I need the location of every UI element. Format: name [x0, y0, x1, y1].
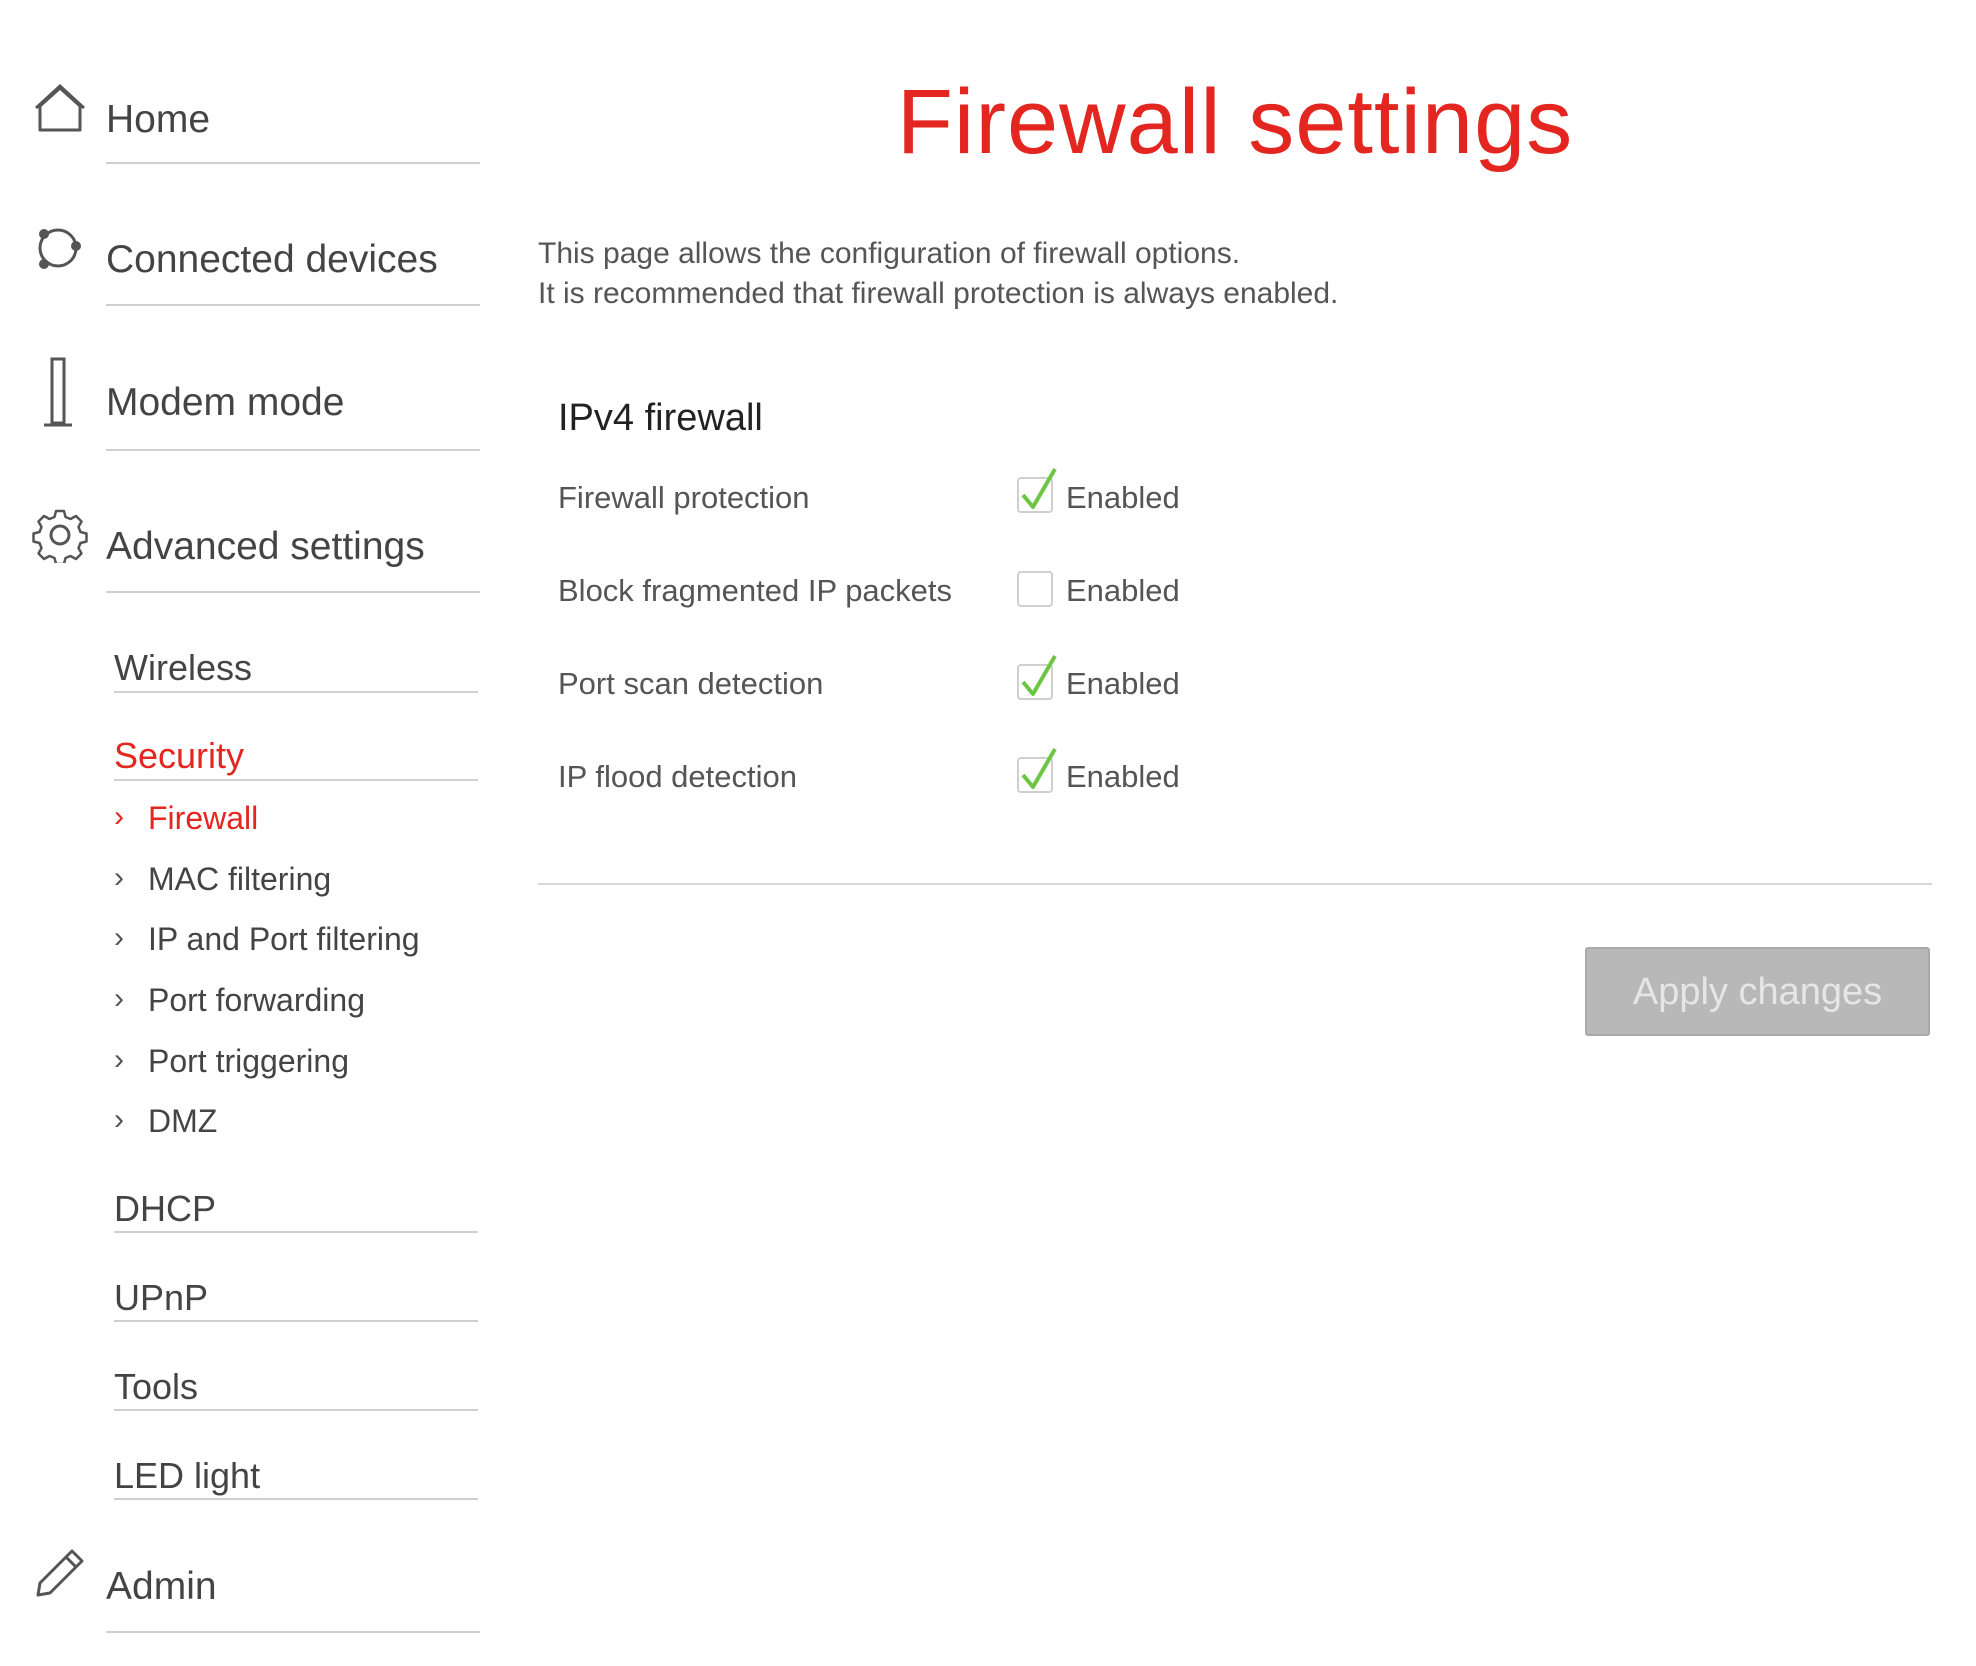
sidebar-item-admin[interactable]: Admin	[0, 1541, 480, 1633]
sidebar-item-home[interactable]: Home	[0, 74, 480, 164]
sidebar-subsubitem-firewall[interactable]: › Firewall	[114, 800, 474, 850]
sidebar-subitem-security[interactable]: Security	[114, 733, 478, 783]
modem-icon	[32, 357, 88, 429]
sidebar-subitem-upnp[interactable]: UPnP	[114, 1275, 478, 1325]
section-title: IPv4 firewall	[558, 397, 763, 439]
option-label: Port scan detection	[558, 666, 824, 701]
sidebar-subsubitem-label: Firewall	[148, 800, 259, 836]
sidebar-item-label: Advanced settings	[106, 525, 425, 568]
divider	[106, 1631, 480, 1633]
sidebar-subitem-label: DHCP	[114, 1188, 217, 1229]
sidebar-item-connected-devices[interactable]: Connected devices	[0, 216, 480, 306]
chevron-right-icon: ›	[114, 861, 124, 894]
divider	[114, 1231, 478, 1233]
sidebar-subitem-dhcp[interactable]: DHCP	[114, 1186, 478, 1236]
sidebar-item-modem-mode[interactable]: Modem mode	[0, 357, 480, 451]
divider	[114, 691, 478, 693]
sidebar-item-label: Admin	[106, 1565, 217, 1608]
divider	[114, 1320, 478, 1322]
option-label: Firewall protection	[558, 480, 810, 515]
page-title: Firewall settings	[896, 71, 1574, 173]
connected-devices-icon	[32, 220, 88, 276]
checkmark-icon	[1021, 747, 1057, 789]
divider	[106, 162, 480, 164]
sidebar-subitem-label: Security	[114, 735, 245, 776]
divider	[114, 1498, 478, 1500]
sidebar-subitem-led-light[interactable]: LED light	[114, 1453, 478, 1503]
checkbox-label: Enabled	[1066, 666, 1180, 701]
divider	[106, 304, 480, 306]
sidebar-subitem-label: LED light	[114, 1455, 261, 1496]
checkmark-icon	[1021, 654, 1057, 696]
divider	[106, 591, 480, 593]
sidebar-subsubitem-label: IP and Port filtering	[148, 921, 420, 957]
sidebar-subsubitem-ip-port-filtering[interactable]: › IP and Port filtering	[114, 921, 474, 971]
sidebar-subsubitem-port-triggering[interactable]: › Port triggering	[114, 1043, 474, 1093]
sidebar-subsubitem-label: Port triggering	[148, 1043, 349, 1079]
divider	[114, 779, 478, 781]
checkbox-label: Enabled	[1066, 480, 1180, 515]
home-icon	[32, 80, 88, 136]
chevron-right-icon: ›	[114, 800, 124, 833]
page-description-line: It is recommended that firewall protecti…	[538, 277, 1339, 310]
pencil-icon	[32, 1545, 88, 1601]
option-label: IP flood detection	[558, 759, 797, 794]
checkbox-label: Enabled	[1066, 759, 1180, 794]
sidebar-subitem-label: Wireless	[114, 647, 253, 688]
page-description-line: This page allows the configuration of fi…	[538, 237, 1241, 270]
sidebar-subitem-label: UPnP	[114, 1277, 209, 1318]
chevron-right-icon: ›	[114, 1103, 124, 1136]
sidebar-subitem-label: Tools	[114, 1366, 199, 1407]
sidebar-item-advanced-settings[interactable]: Advanced settings	[0, 503, 480, 593]
divider	[538, 883, 1932, 885]
sidebar-subsubitem-mac-filtering[interactable]: › MAC filtering	[114, 861, 474, 911]
port-scan-detection-checkbox[interactable]	[1017, 654, 1057, 700]
sidebar-subsubitem-label: Port forwarding	[148, 982, 365, 1018]
sidebar-subsubitem-dmz[interactable]: › DMZ	[114, 1103, 474, 1153]
chevron-right-icon: ›	[114, 921, 124, 954]
apply-changes-button[interactable]: Apply changes	[1585, 947, 1930, 1036]
chevron-right-icon: ›	[114, 982, 124, 1015]
divider	[106, 449, 480, 451]
sidebar-subsubitem-label: DMZ	[148, 1103, 218, 1139]
block-fragmented-ip-checkbox[interactable]	[1017, 571, 1053, 607]
divider	[114, 1409, 478, 1411]
ip-flood-detection-checkbox[interactable]	[1017, 747, 1057, 793]
sidebar-subsubitem-port-forwarding[interactable]: › Port forwarding	[114, 982, 474, 1032]
sidebar-subitem-tools[interactable]: Tools	[114, 1364, 478, 1414]
sidebar-item-label: Modem mode	[106, 381, 345, 424]
sidebar-subitem-wireless[interactable]: Wireless	[114, 645, 478, 695]
checkmark-icon	[1021, 467, 1057, 509]
chevron-right-icon: ›	[114, 1043, 124, 1076]
firewall-protection-checkbox[interactable]	[1017, 467, 1057, 513]
sidebar-subsubitem-label: MAC filtering	[148, 861, 332, 897]
gear-icon	[32, 507, 88, 566]
sidebar-item-label: Connected devices	[106, 238, 438, 281]
sidebar-item-label: Home	[106, 98, 211, 141]
checkbox-label: Enabled	[1066, 573, 1180, 608]
option-label: Block fragmented IP packets	[558, 573, 953, 608]
